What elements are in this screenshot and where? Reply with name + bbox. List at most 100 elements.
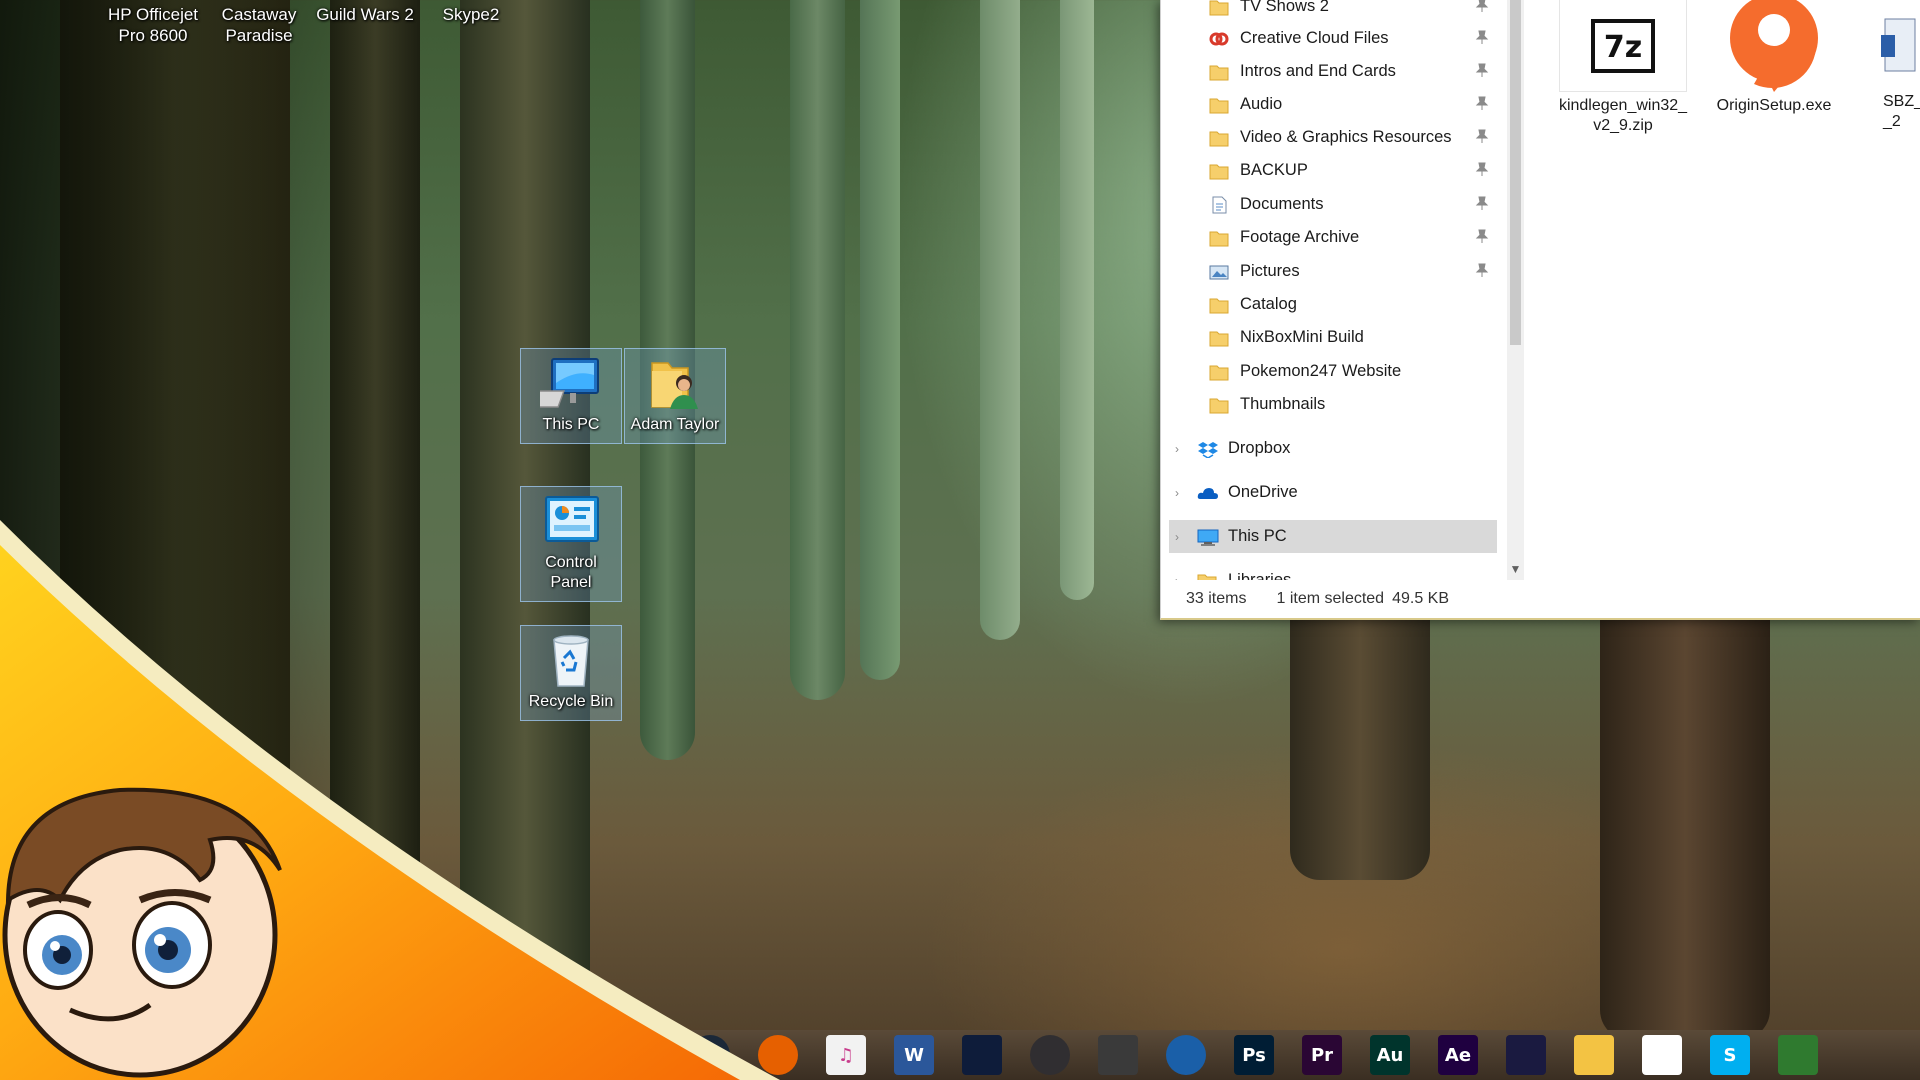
scroll-down-arrow-icon[interactable]: ▼ xyxy=(1508,562,1523,578)
nav-item-label: This PC xyxy=(1228,527,1287,545)
chevron-right-icon[interactable]: › xyxy=(1175,442,1187,456)
nav-item-label: Pokemon247 Website xyxy=(1240,362,1402,380)
pin-icon[interactable] xyxy=(1475,30,1489,49)
steam-icon[interactable] xyxy=(690,1035,730,1075)
audition-icon[interactable]: Au xyxy=(1370,1035,1410,1075)
status-size: 49.5 KB xyxy=(1392,590,1450,607)
word-icon[interactable]: W xyxy=(894,1035,934,1075)
launcher-icon[interactable] xyxy=(1098,1035,1138,1075)
nav-item-nixboxmini-build[interactable]: NixBoxMini Build xyxy=(1209,321,1497,354)
nav-item-label: Catalog xyxy=(1240,295,1297,313)
folder-icon xyxy=(1209,162,1229,180)
nav-root-this-pc[interactable]: › This PC xyxy=(1169,520,1497,553)
documents-icon xyxy=(1209,196,1229,214)
nav-item-catalog[interactable]: Catalog xyxy=(1209,288,1497,321)
premiere-icon[interactable]: Pr xyxy=(1302,1035,1342,1075)
file-name: OriginSetup.exe xyxy=(1716,97,1832,114)
desktop-icon-label: Control Panel xyxy=(545,554,597,591)
firefox-icon[interactable] xyxy=(758,1035,798,1075)
desktop-icon-control-panel[interactable]: Control Panel xyxy=(520,486,622,602)
obs-icon[interactable] xyxy=(1030,1035,1070,1075)
itunes-icon[interactable]: ♫ xyxy=(826,1035,866,1075)
nav-item-backup[interactable]: BACKUP xyxy=(1209,154,1497,187)
nav-item-label: OneDrive xyxy=(1228,483,1298,501)
nav-root-onedrive[interactable]: › OneDrive xyxy=(1175,476,1497,509)
pin-icon[interactable] xyxy=(1475,0,1489,17)
nav-item-footage-archive[interactable]: Footage Archive xyxy=(1209,221,1497,254)
nav-item-intros-and-end-cards[interactable]: Intros and End Cards xyxy=(1209,55,1497,88)
scrollbar-thumb[interactable] xyxy=(1510,0,1521,345)
file-explorer-icon[interactable] xyxy=(1574,1035,1614,1075)
desktop-icon-label: This PC xyxy=(542,416,600,433)
this-pc-icon xyxy=(540,358,599,408)
browser-icon[interactable] xyxy=(1166,1035,1206,1075)
nav-item-pictures[interactable]: Pictures xyxy=(1209,255,1497,288)
store-icon[interactable] xyxy=(1642,1035,1682,1075)
nav-item-label: Creative Cloud Files xyxy=(1240,29,1389,47)
pin-icon[interactable] xyxy=(1475,196,1489,215)
folder-icon xyxy=(1209,63,1229,81)
pin-icon[interactable] xyxy=(1475,263,1489,282)
pin-icon[interactable] xyxy=(1475,162,1489,181)
pin-icon[interactable] xyxy=(1475,63,1489,82)
file-item-originsetup[interactable]: OriginSetup.exe xyxy=(1704,0,1844,116)
folder-icon xyxy=(1209,396,1229,414)
monitor-icon[interactable] xyxy=(962,1035,1002,1075)
photoshop-icon[interactable]: Ps xyxy=(1234,1035,1274,1075)
desktop-icon-adam-taylor[interactable]: Adam Taylor xyxy=(624,348,726,444)
file-item-kindlegen[interactable]: 7z kindlegen_win32_ v2_9.zip xyxy=(1553,0,1693,136)
desktop-icon-this-pc[interactable]: This PC xyxy=(520,348,622,444)
desktop-shortcut-skype2[interactable]: Skype2 xyxy=(418,4,524,46)
desktop-shortcut-castaway-paradise[interactable]: Castaway Paradise xyxy=(206,4,312,46)
pin-icon[interactable] xyxy=(1475,129,1489,148)
media-encoder-icon[interactable] xyxy=(1506,1035,1546,1075)
nav-item-label: Audio xyxy=(1240,95,1283,113)
installer-icon xyxy=(1861,0,1920,92)
pin-icon[interactable] xyxy=(1475,229,1489,248)
nav-item-label: Intros and End Cards xyxy=(1240,62,1396,80)
nav-item-label: TV Shows 2 xyxy=(1240,0,1329,15)
nav-item-tv-shows-2[interactable]: TV Shows 2 xyxy=(1209,0,1497,23)
nav-root-libraries[interactable]: › Libraries xyxy=(1175,564,1497,580)
file-name: SBZ_CD _2 xyxy=(1883,93,1920,130)
control-panel-icon xyxy=(545,496,599,542)
dropbox-icon xyxy=(1197,440,1218,459)
folder-icon xyxy=(1209,329,1229,347)
nav-root-dropbox[interactable]: › Dropbox xyxy=(1175,432,1497,465)
nav-item-label: Libraries xyxy=(1228,571,1292,580)
tree-trunk xyxy=(1060,0,1094,600)
nav-item-label: Video & Graphics Resources xyxy=(1240,128,1452,146)
chevron-right-icon[interactable]: › xyxy=(1175,574,1187,581)
chevron-right-icon[interactable]: › xyxy=(1175,530,1187,544)
nav-item-label: Pictures xyxy=(1240,262,1300,280)
clover-icon[interactable] xyxy=(1778,1035,1818,1075)
nav-item-label: Footage Archive xyxy=(1240,228,1360,246)
nav-item-creative-cloud-files[interactable]: Creative Cloud Files xyxy=(1209,22,1497,55)
nav-item-audio[interactable]: Audio xyxy=(1209,88,1497,121)
file-item-sbz[interactable]: SBZ_CD _2 xyxy=(1861,0,1920,132)
pin-icon[interactable] xyxy=(1475,96,1489,115)
taskbar: ♫ W Ps Pr Au Ae S xyxy=(0,1030,1920,1080)
folder-icon xyxy=(1209,96,1229,114)
tree-trunk xyxy=(980,0,1020,640)
skype-icon[interactable]: S xyxy=(1710,1035,1750,1075)
navigation-scrollbar[interactable]: ▼ xyxy=(1507,0,1524,580)
after-effects-icon[interactable]: Ae xyxy=(1438,1035,1478,1075)
tree-trunk xyxy=(860,0,900,680)
nav-item-label: BACKUP xyxy=(1240,161,1308,179)
desktop-top-shortcuts: HP Officejet Pro 8600 Castaway Paradise … xyxy=(100,4,524,46)
chevron-right-icon[interactable]: › xyxy=(1175,486,1187,500)
desktop-icon-recycle-bin[interactable]: Recycle Bin xyxy=(520,625,622,721)
nav-item-label: Documents xyxy=(1240,195,1324,213)
nav-item-thumbnails[interactable]: Thumbnails xyxy=(1209,388,1497,421)
desktop-icon-label: Recycle Bin xyxy=(528,693,614,710)
libraries-icon xyxy=(1197,572,1217,580)
nav-item-video-graphics-resources[interactable]: Video & Graphics Resources xyxy=(1209,121,1497,154)
tree-trunk xyxy=(790,0,845,700)
nav-item-pokemon247-website[interactable]: Pokemon247 Website xyxy=(1209,355,1497,388)
desktop-shortcut-guild-wars-2[interactable]: Guild Wars 2 xyxy=(312,4,418,46)
status-selection: 1 item selected xyxy=(1276,590,1385,607)
desktop-shortcut-hp-officejet[interactable]: HP Officejet Pro 8600 xyxy=(100,4,206,46)
nav-item-documents[interactable]: Documents xyxy=(1209,188,1497,221)
pictures-icon xyxy=(1209,263,1229,281)
